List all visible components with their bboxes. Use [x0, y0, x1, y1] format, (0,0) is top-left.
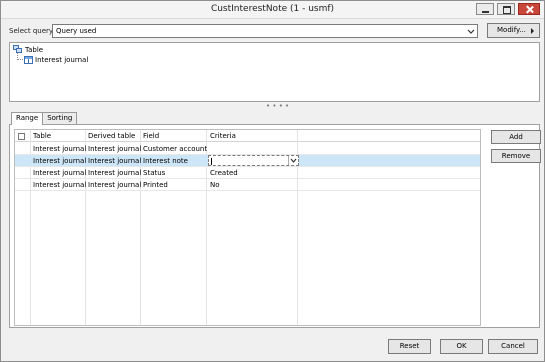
window-controls: [476, 3, 540, 15]
cell-field: Customer account: [143, 145, 208, 153]
tree-node-interest-journal[interactable]: Interest journal: [24, 56, 88, 64]
dialog-window: CustInterestNote (1 - usmf) Select query…: [0, 0, 545, 362]
criteria-input[interactable]: [208, 155, 299, 166]
cancel-button[interactable]: Cancel: [488, 339, 538, 354]
column-header-table[interactable]: Table: [33, 132, 51, 140]
select-query-combobox[interactable]: Query used: [52, 24, 478, 38]
tab-sorting[interactable]: Sorting: [42, 112, 78, 124]
table-row[interactable]: Interest journal Interest journal Printe…: [15, 179, 480, 191]
cell-table: Interest journal: [33, 181, 87, 189]
query-tree: Table Interest journal: [9, 42, 540, 102]
cell-field: Interest note: [143, 157, 188, 165]
cell-table: Interest journal: [33, 145, 87, 153]
modify-button-label: Modify...: [497, 26, 526, 34]
cell-criteria[interactable]: Created: [210, 169, 238, 177]
cell-table: Interest journal: [33, 157, 87, 165]
maximize-icon[interactable]: [497, 3, 515, 15]
select-query-value: Query used: [56, 27, 97, 35]
table-row[interactable]: Interest journal Interest journal Status…: [15, 167, 480, 179]
title-bar[interactable]: CustInterestNote (1 - usmf): [1, 1, 544, 19]
cell-criteria[interactable]: No: [210, 181, 220, 189]
tree-node-interest-journal-label: Interest journal: [35, 56, 89, 64]
range-tab-panel: Table Derived table Field Criteria Inter…: [9, 124, 541, 328]
cell-field: Printed: [143, 181, 168, 189]
add-button[interactable]: Add: [491, 130, 541, 144]
table-row-selected[interactable]: Interest journal Interest journal Intere…: [15, 155, 480, 167]
chevron-down-icon[interactable]: [467, 28, 475, 35]
cell-derived-table: Interest journal: [88, 169, 142, 177]
minimize-icon[interactable]: [476, 3, 494, 15]
cell-field: Status: [143, 169, 166, 177]
column-header-field[interactable]: Field: [143, 132, 159, 140]
cell-derived-table: Interest journal: [88, 157, 142, 165]
column-header-criteria[interactable]: Criteria: [210, 132, 236, 140]
tree-node-table-label: Table: [25, 45, 44, 54]
tab-range[interactable]: Range: [11, 112, 44, 125]
chevron-down-icon: [290, 158, 297, 163]
reset-button[interactable]: Reset: [388, 339, 431, 354]
table-icon: [24, 56, 33, 64]
ok-button[interactable]: OK: [440, 339, 483, 354]
window-title: CustInterestNote (1 - usmf): [210, 4, 335, 14]
select-query-label: Select query:: [9, 27, 55, 35]
remove-button[interactable]: Remove: [491, 149, 541, 163]
cell-derived-table: Interest journal: [88, 181, 142, 189]
tree-connector: [17, 53, 23, 60]
close-icon[interactable]: [518, 3, 540, 15]
submenu-arrow-icon: [531, 28, 534, 34]
splitter-handle[interactable]: • • • •: [266, 102, 289, 110]
cell-table: Interest journal: [33, 169, 87, 177]
modify-button[interactable]: Modify...: [487, 23, 540, 38]
range-grid: Table Derived table Field Criteria Inter…: [14, 129, 481, 326]
select-all-checkbox[interactable]: [18, 133, 25, 140]
text-caret: [211, 158, 212, 165]
table-row[interactable]: Interest journal Interest journal Custom…: [15, 143, 480, 155]
criteria-dropdown-button[interactable]: [288, 156, 298, 165]
column-header-derived-table[interactable]: Derived table: [88, 132, 135, 140]
cell-derived-table: Interest journal: [88, 145, 142, 153]
